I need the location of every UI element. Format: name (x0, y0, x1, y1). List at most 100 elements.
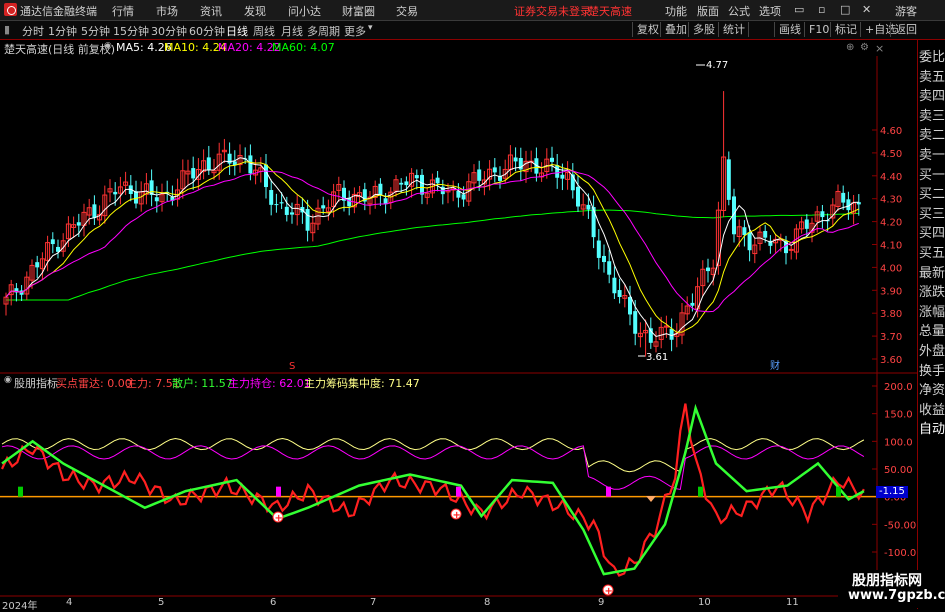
candle-body (435, 177, 440, 184)
annotations: 4.77 3.61 S 财 (289, 60, 780, 372)
side-panel-item[interactable]: 自动 (919, 418, 945, 437)
candle-body (378, 183, 383, 195)
candle-body (492, 167, 497, 173)
buy-radar-value: 买点雷达: 0.00 (56, 377, 132, 390)
candle-body (820, 211, 825, 218)
candle-body (284, 206, 289, 215)
candle-body (726, 159, 731, 200)
candle-body (274, 204, 279, 206)
indicator-info-line: ◉ 股朋指标 买点雷达: 0.00 主力: 7.51 散户: 11.57 主力持… (0, 375, 600, 391)
price-tick-label: 3.80 (880, 309, 902, 320)
signal-bar (606, 486, 611, 497)
date-label: 2024年 (2, 601, 38, 612)
side-panel-item[interactable]: 卖五 (919, 66, 945, 85)
triangle-marker-icon (646, 496, 656, 502)
candle-body (669, 328, 674, 340)
buy-signal-plus: + (453, 510, 461, 521)
candle-body (742, 227, 747, 236)
indicator-current-value: -1.15 (876, 486, 908, 498)
side-panel-item[interactable]: 买一 (919, 164, 945, 183)
candle-body (607, 261, 612, 275)
side-panel-item[interactable]: 外盘 (919, 340, 945, 359)
side-panel-item[interactable]: 涨跌 (919, 281, 945, 300)
candle-body (586, 204, 591, 210)
side-panel-item[interactable]: 总量 (919, 320, 945, 339)
candle-body (477, 169, 482, 181)
candle-body (747, 232, 752, 251)
signal-bar (276, 486, 281, 497)
candle-body (290, 212, 294, 215)
price-tick-label: 4.60 (880, 126, 902, 137)
side-panel-item[interactable]: 买三 (919, 203, 945, 222)
candle-body (347, 197, 352, 207)
buy-signal-plus: + (605, 586, 613, 597)
candle-body (321, 205, 326, 209)
event-marker-blue: 财 (770, 359, 780, 372)
candle-body (134, 191, 138, 204)
indicator-settings-icon[interactable]: ◉ (4, 375, 12, 385)
candle-body (788, 248, 794, 251)
date-label: 5 (158, 597, 165, 608)
side-panel-item[interactable]: 卖一 (919, 144, 945, 163)
watermark: 股朋指标网 www.7gpzb.com (838, 570, 945, 608)
candle-body (279, 202, 284, 204)
high-price-label: 4.77 (706, 60, 728, 71)
side-panel-item[interactable]: 涨幅 (919, 301, 945, 320)
candle-body (841, 192, 846, 203)
candle-body (628, 297, 632, 315)
side-panel-item[interactable]: 委比 (919, 46, 945, 65)
price-tick-label: 4.00 (880, 263, 902, 274)
price-tick-label: 4.20 (880, 218, 902, 229)
retail-value: 散户: 11.57 (172, 377, 233, 390)
concentration-value: 主力筹码集中度: 71.47 (304, 377, 420, 390)
candle-body (154, 197, 159, 202)
date-label: 6 (270, 597, 277, 608)
candle-body (269, 190, 274, 205)
date-label: 7 (370, 597, 377, 608)
side-panel-item[interactable]: 卖二 (919, 124, 945, 143)
signal-bar (456, 486, 461, 497)
candle-body (206, 157, 211, 170)
side-panel-item[interactable]: 净资 (919, 379, 945, 398)
candle-body (305, 209, 310, 231)
price-tick-label: 3.70 (880, 332, 902, 343)
candle-body (399, 182, 404, 185)
candle-body (191, 168, 196, 179)
watermark-line2: www.7gpzb.com (848, 588, 945, 603)
side-panel-item[interactable]: 最新 (919, 262, 945, 281)
side-panel-item[interactable]: 卖三 (919, 105, 945, 124)
candle-body (550, 157, 554, 162)
price-tick-label: 3.90 (880, 286, 902, 297)
indicator-tick-label: 50.00 (884, 465, 913, 476)
candle-body (633, 311, 638, 334)
candle-body (92, 204, 97, 219)
side-panel-item[interactable]: 卖四 (919, 85, 945, 104)
candle-body (35, 262, 40, 268)
price-tick-label: 4.10 (880, 241, 902, 252)
candle-body (461, 194, 466, 200)
chart-canvas[interactable]: 4.60 4.50 4.40 4.30 4.20 4.10 4.00 3.90 3.80 3.70… (0, 0, 945, 609)
indicator-series: + + + (0, 403, 877, 597)
indicator-name[interactable]: 股朋指标 (14, 375, 58, 391)
side-panel-item[interactable]: 换手 (919, 360, 945, 379)
indicator-tick-label: -50.00 (884, 520, 916, 531)
candle-body (617, 290, 622, 297)
candle-body (690, 302, 695, 306)
signal-bar (18, 486, 23, 497)
candle-body (420, 174, 424, 195)
date-label: 11 (786, 597, 799, 608)
side-panel-item[interactable]: 收益 (919, 399, 945, 418)
candlestick-series (3, 91, 861, 357)
price-tick-label: 4.30 (880, 195, 902, 206)
signal-bar (836, 486, 841, 497)
side-panel-item[interactable]: 买二 (919, 183, 945, 202)
candle-body (602, 255, 606, 263)
date-label: 9 (598, 597, 605, 608)
side-panel-item[interactable]: 买五 (919, 242, 945, 261)
candle-body (555, 165, 560, 178)
indicator-tick-label: 200.0 (884, 382, 913, 393)
date-label: 8 (484, 597, 491, 608)
date-label: 10 (698, 597, 711, 608)
side-panel-item[interactable]: 买四 (919, 222, 945, 241)
indicator-axis: 200.0150.0100.050.000.00-50.00-100.0 (872, 382, 916, 559)
